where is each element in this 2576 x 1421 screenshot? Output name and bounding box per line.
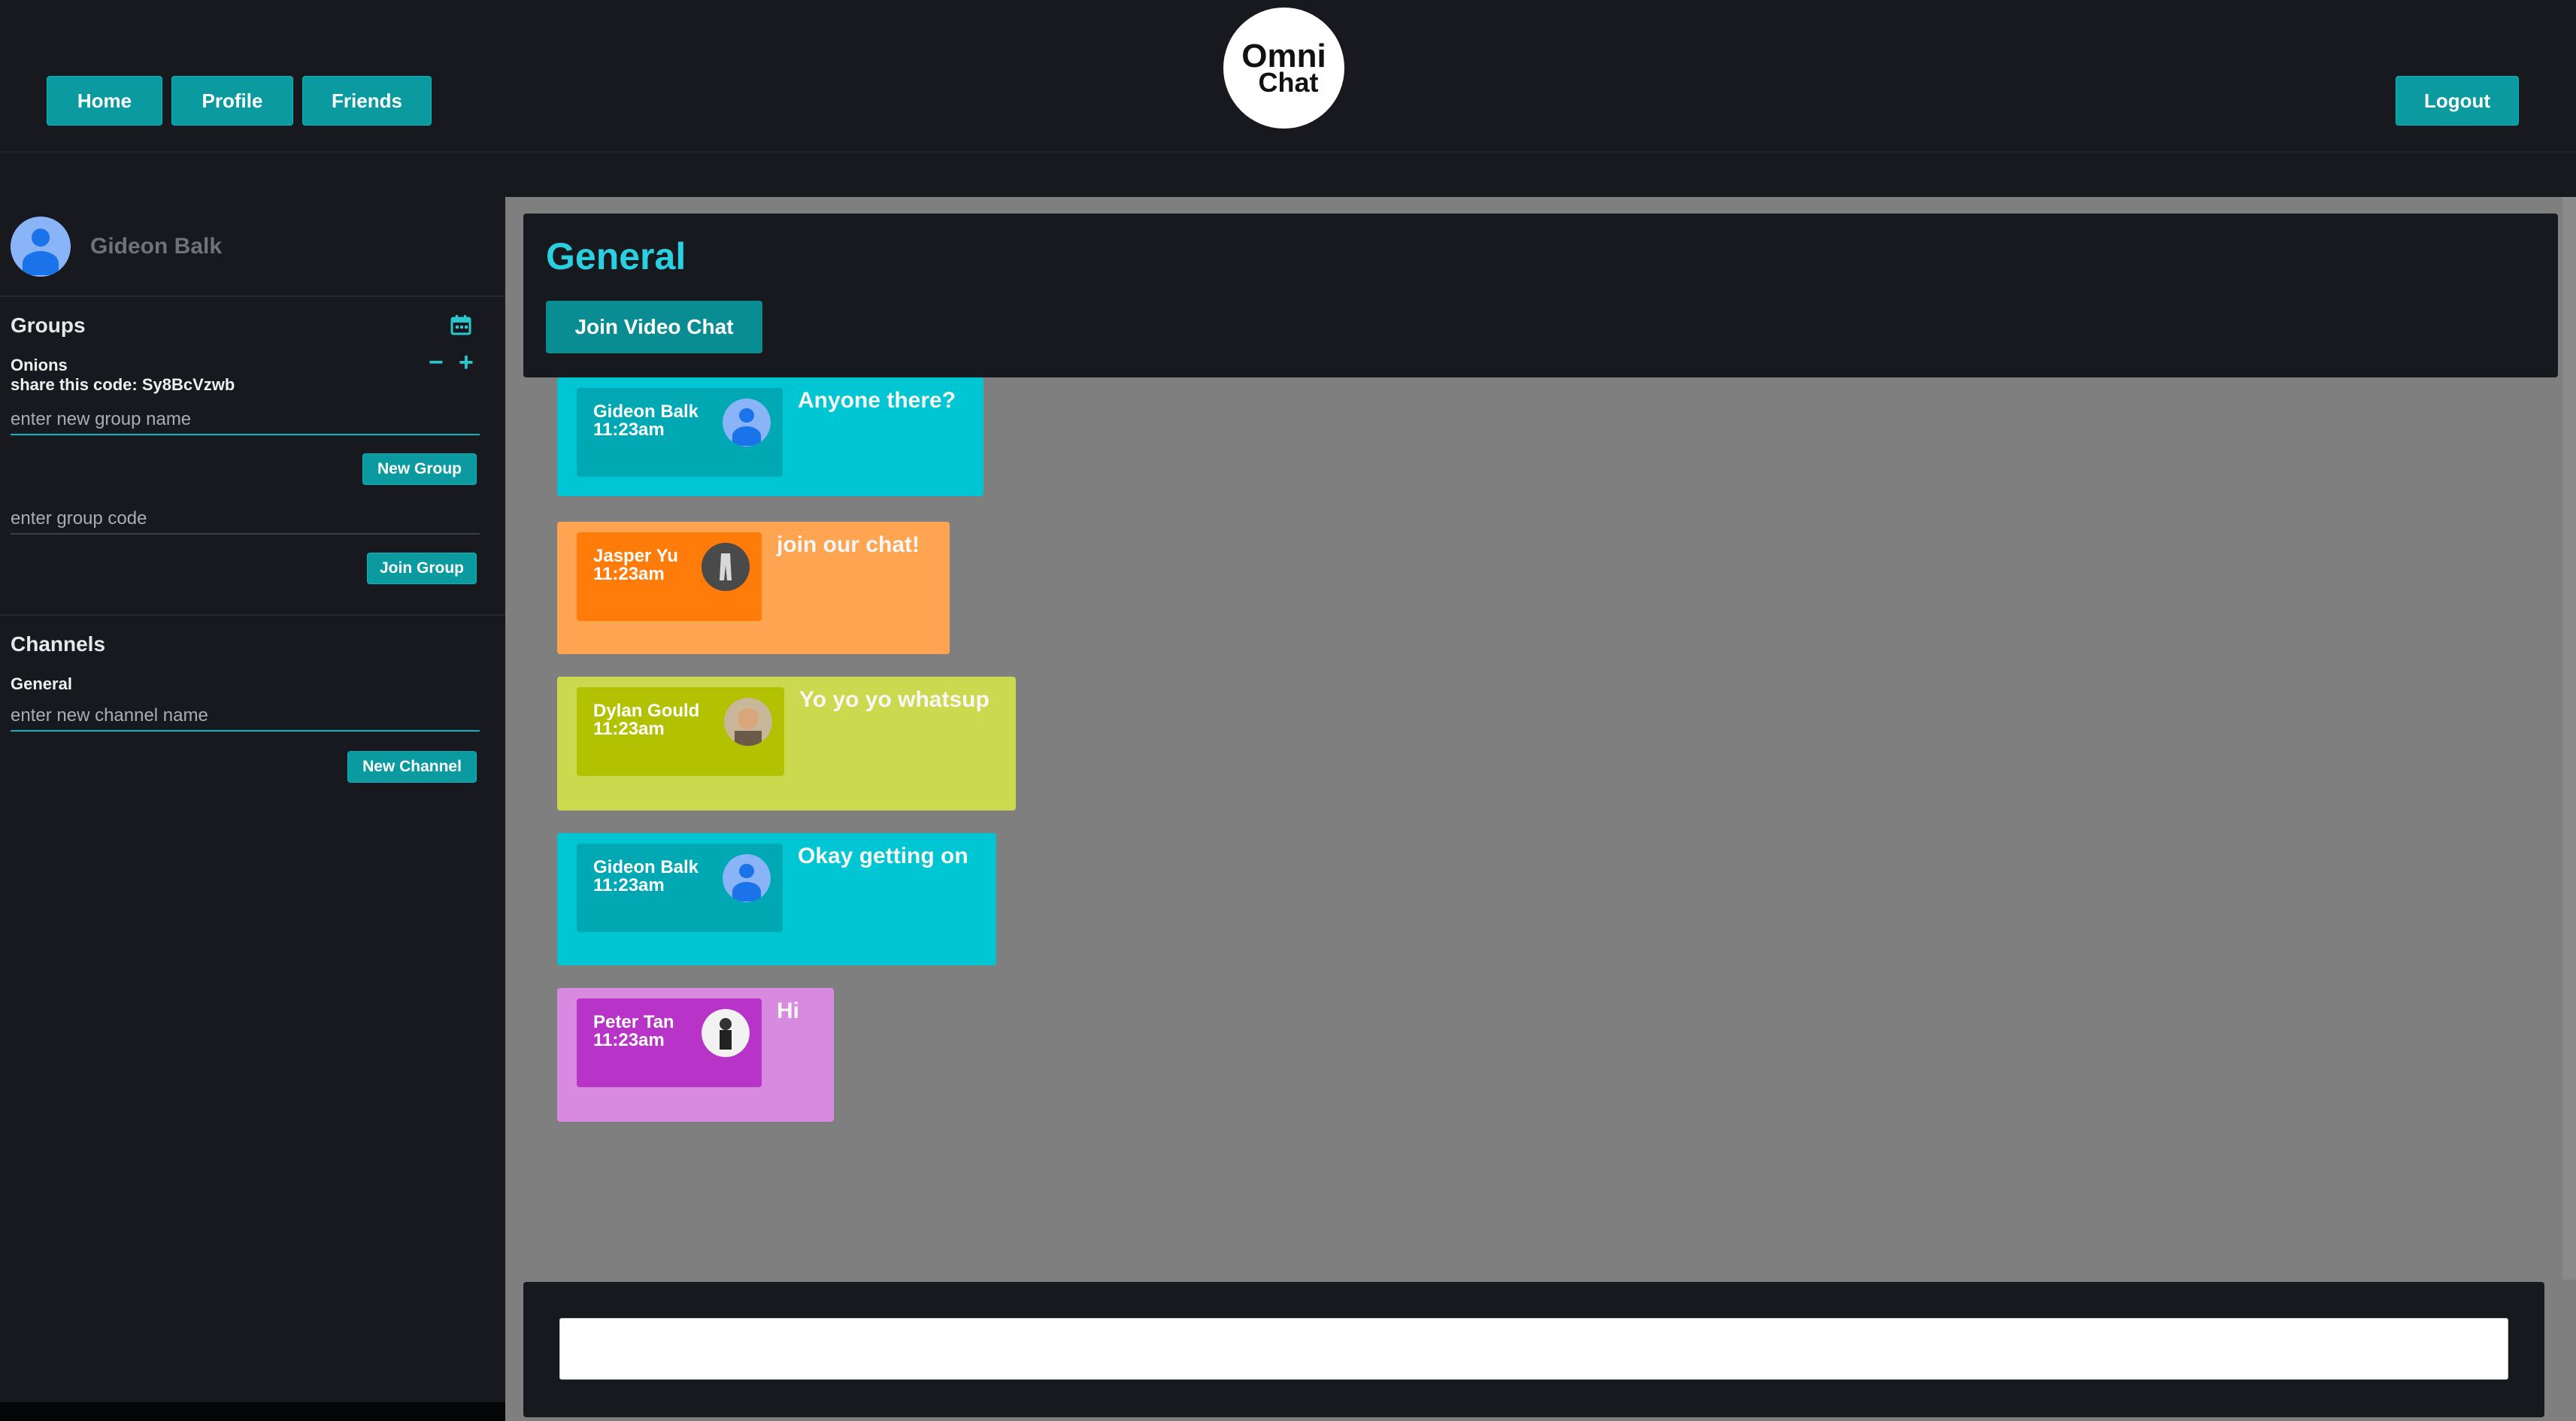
divider xyxy=(0,614,505,616)
group-name[interactable]: Onions xyxy=(11,356,68,375)
message-meta-box: Jasper Yu 11:23am xyxy=(577,532,762,621)
message-text: Anyone there? xyxy=(798,388,956,413)
channel-title: General xyxy=(546,235,686,277)
author-avatar xyxy=(723,398,771,447)
author-avatar xyxy=(702,543,750,591)
message-author: Peter Tan xyxy=(593,1012,674,1032)
join-group-button[interactable]: Join Group xyxy=(367,553,477,584)
home-button[interactable]: Home xyxy=(47,76,162,126)
channels-heading: Channels xyxy=(11,632,106,656)
message-text: Okay getting on xyxy=(798,844,968,868)
message-meta-box: Peter Tan 11:23am xyxy=(577,998,762,1087)
message-card: Gideon Balk 11:23am Anyone there? xyxy=(557,377,983,496)
logout-button[interactable]: Logout xyxy=(2396,76,2519,126)
message-author: Gideon Balk xyxy=(593,857,699,877)
message-input[interactable] xyxy=(559,1318,2508,1380)
minus-icon[interactable]: − xyxy=(429,348,444,377)
author-avatar xyxy=(702,1009,750,1057)
omnichat-logo[interactable]: Omni Chat xyxy=(1223,8,1344,129)
new-group-button[interactable]: New Group xyxy=(362,453,477,485)
message-card: Jasper Yu 11:23am join our chat! xyxy=(557,522,950,654)
message-author-time: Gideon Balk 11:23am xyxy=(593,859,699,895)
bottom-strip xyxy=(0,1402,505,1421)
calendar-icon[interactable] xyxy=(450,314,472,336)
message-time: 11:23am xyxy=(593,875,665,895)
message-time: 11:23am xyxy=(593,719,665,739)
message-author-time: Dylan Gould 11:23am xyxy=(593,702,699,738)
friends-button[interactable]: Friends xyxy=(302,76,432,126)
message-author-time: Jasper Yu 11:23am xyxy=(593,547,678,583)
message-composer xyxy=(523,1282,2544,1417)
logo-text-line2: Chat xyxy=(1258,67,1319,98)
message-text: Yo yo yo whatsup xyxy=(799,687,989,712)
channel-header: General Join Video Chat xyxy=(523,214,2558,377)
channel-item-general[interactable]: General xyxy=(11,674,72,694)
new-channel-name-input[interactable] xyxy=(11,701,480,732)
new-channel-button[interactable]: New Channel xyxy=(347,751,477,783)
message-time: 11:23am xyxy=(593,420,665,440)
top-nav-bar: Home Profile Friends Omni Chat Logout xyxy=(0,0,2576,153)
groups-heading: Groups xyxy=(11,314,86,337)
divider xyxy=(0,295,505,297)
message-author: Jasper Yu xyxy=(593,546,678,566)
author-avatar xyxy=(724,698,772,746)
message-card: Dylan Gould 11:23am Yo yo yo whatsup xyxy=(557,677,1016,810)
message-author-time: Gideon Balk 11:23am xyxy=(593,403,699,439)
chat-scrollbar[interactable] xyxy=(2562,197,2576,1280)
message-author: Gideon Balk xyxy=(593,401,699,422)
message-author-time: Peter Tan 11:23am xyxy=(593,1013,674,1050)
message-time: 11:23am xyxy=(593,564,665,584)
message-meta-box: Dylan Gould 11:23am xyxy=(577,687,784,776)
join-video-chat-button[interactable]: Join Video Chat xyxy=(546,301,762,353)
plus-icon[interactable]: + xyxy=(459,348,474,377)
user-avatar xyxy=(11,217,71,277)
author-avatar xyxy=(723,854,771,902)
message-author: Dylan Gould xyxy=(593,701,700,721)
user-name: Gideon Balk xyxy=(90,234,223,259)
message-card: Gideon Balk 11:23am Okay getting on xyxy=(557,833,996,965)
current-user: Gideon Balk xyxy=(11,216,222,277)
group-share-code: share this code: Sy8BcVzwb xyxy=(11,375,235,394)
profile-button[interactable]: Profile xyxy=(171,76,293,126)
new-group-name-input[interactable] xyxy=(11,405,480,435)
sidebar: Gideon Balk Groups Onions − + share this… xyxy=(0,154,505,1402)
message-text: join our chat! xyxy=(777,532,920,557)
message-meta-box: Gideon Balk 11:23am xyxy=(577,844,783,932)
message-card: Peter Tan 11:23am Hi xyxy=(557,988,834,1122)
message-time: 11:23am xyxy=(593,1030,665,1050)
message-text: Hi xyxy=(777,998,799,1023)
message-meta-box: Gideon Balk 11:23am xyxy=(577,388,783,477)
group-code-input[interactable] xyxy=(11,504,480,535)
